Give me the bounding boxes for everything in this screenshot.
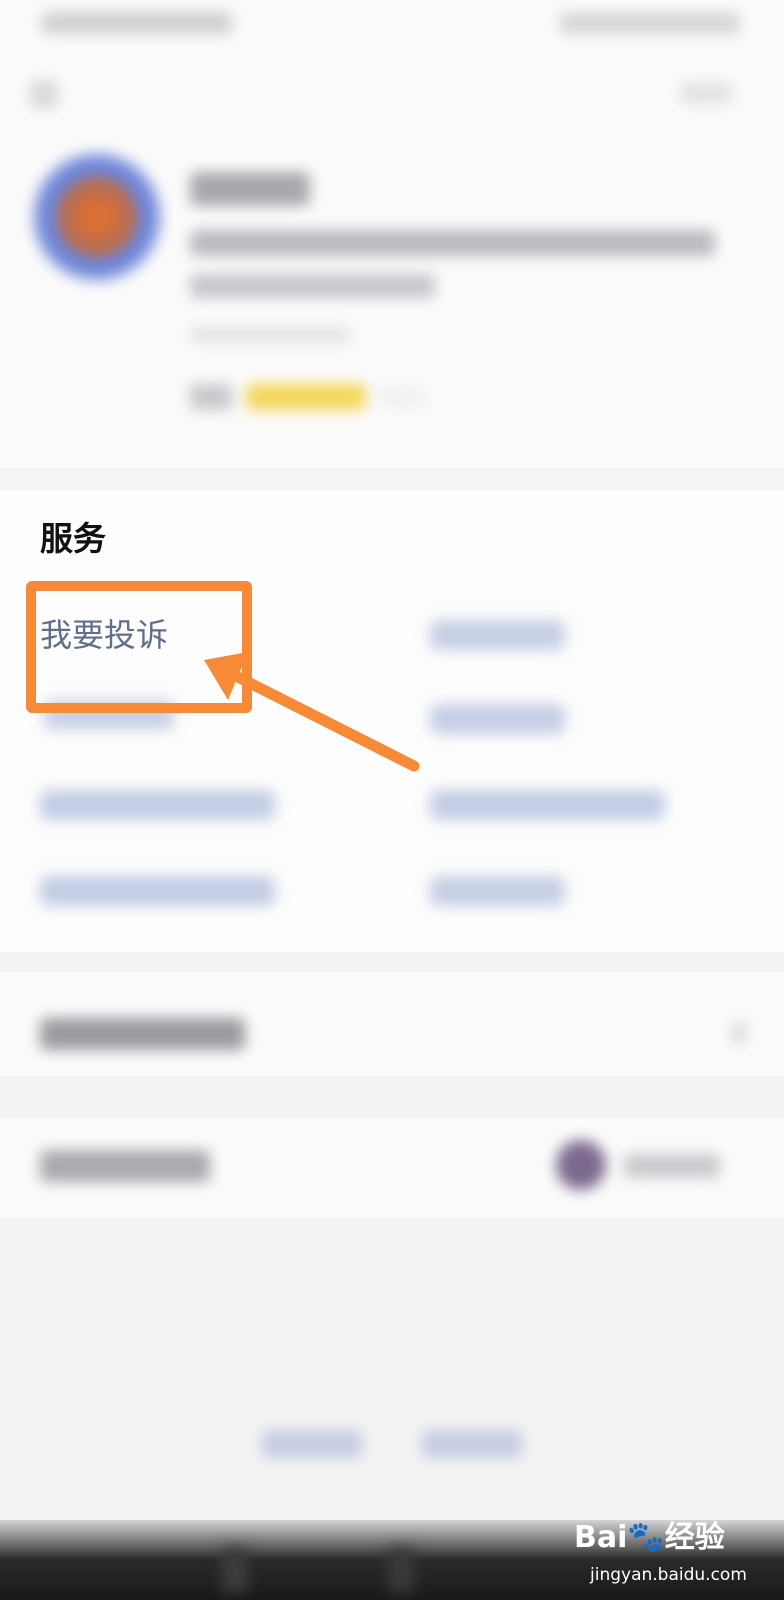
profile-badge (246, 384, 366, 410)
annotation-highlight-box (26, 581, 252, 713)
status-bar-right (560, 12, 740, 34)
chevron-right-icon (732, 1022, 746, 1044)
more-button[interactable] (680, 82, 732, 104)
profile-avatar-logo (62, 182, 132, 252)
service-link-blurred[interactable] (40, 876, 275, 906)
service-link-blurred[interactable] (430, 620, 565, 650)
services-title: 服务 (40, 519, 106, 558)
service-link-blurred[interactable] (430, 790, 665, 820)
account-row-label (40, 1150, 210, 1182)
service-link-blurred[interactable] (430, 876, 565, 906)
section-divider (0, 468, 784, 490)
footer-link[interactable] (422, 1430, 522, 1458)
account-name (624, 1154, 720, 1178)
profile-description-line2 (190, 274, 435, 298)
bottom-bar-button[interactable] (388, 1548, 414, 1592)
back-icon[interactable] (30, 80, 58, 108)
footer-link[interactable] (262, 1430, 362, 1458)
watermark-url: jingyan.baidu.com (590, 1565, 747, 1585)
baidu-jingyan-watermark: Bai🐾经验 jingyan.baidu.com (574, 1518, 747, 1598)
settings-row-label (40, 1018, 245, 1050)
profile-tag (190, 384, 232, 410)
profile-name (190, 172, 310, 206)
service-link-blurred[interactable] (430, 704, 565, 734)
service-link-blurred[interactable] (40, 790, 275, 820)
profile-description-line1 (190, 230, 715, 256)
watermark-logo: Bai🐾经验 (574, 1520, 725, 1555)
profile-meta (190, 326, 350, 344)
status-bar-left (42, 12, 232, 34)
account-avatar (556, 1140, 606, 1190)
profile-extra (376, 388, 426, 406)
bottom-bar-button[interactable] (222, 1548, 248, 1592)
